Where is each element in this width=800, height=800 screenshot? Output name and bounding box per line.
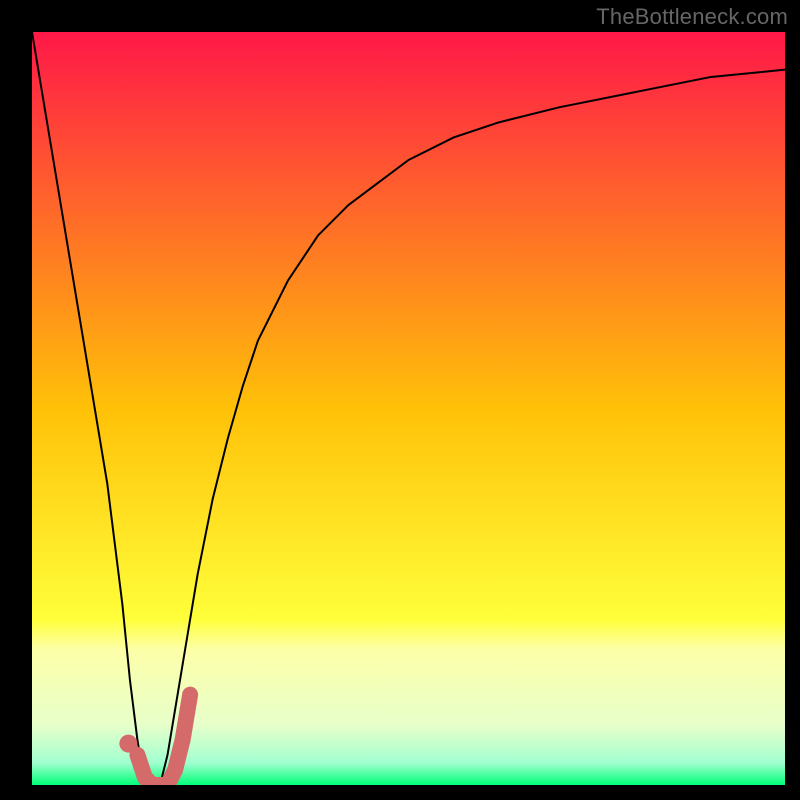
gradient-background — [32, 32, 785, 785]
highlight-dot — [119, 735, 137, 753]
plot-area — [32, 32, 785, 785]
bottleneck-chart — [32, 32, 785, 785]
chart-frame: TheBottleneck.com — [0, 0, 800, 800]
watermark-text: TheBottleneck.com — [596, 4, 788, 30]
